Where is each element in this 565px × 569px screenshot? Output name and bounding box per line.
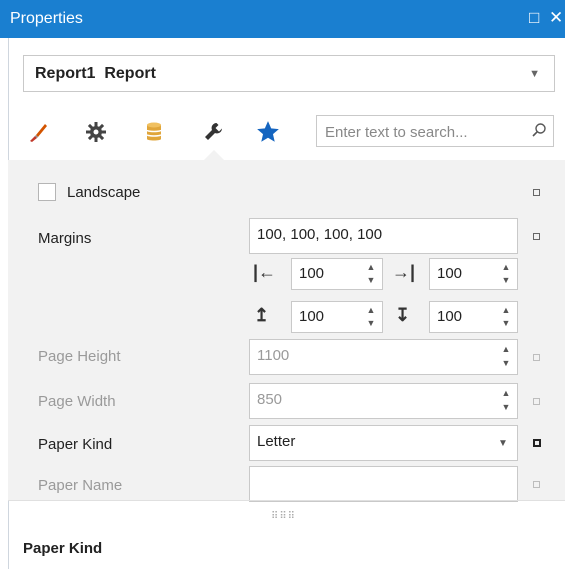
landscape-checkbox[interactable] bbox=[38, 183, 56, 201]
margin-top-spinner[interactable]: 100 ▲ ▼ bbox=[291, 301, 383, 333]
chevron-down-icon: ▼ bbox=[529, 68, 540, 80]
spin-up-icon[interactable]: ▲ bbox=[366, 263, 376, 272]
page-width-field[interactable]: 850 ▲ ▼ bbox=[249, 383, 518, 419]
spin-down-icon[interactable]: ▼ bbox=[501, 276, 511, 285]
paper-kind-select[interactable]: Letter ▼ bbox=[249, 425, 518, 461]
spin-down-icon[interactable]: ▼ bbox=[501, 319, 511, 328]
search-box bbox=[316, 115, 554, 148]
gear-icon bbox=[86, 122, 106, 142]
margin-right-icon: →| bbox=[392, 262, 416, 282]
margins-label: Margins bbox=[38, 230, 92, 247]
margin-right-spinner[interactable]: 100 ▲ ▼ bbox=[429, 258, 518, 290]
tab-layout[interactable] bbox=[198, 116, 230, 148]
object-name: Report1 bbox=[35, 65, 96, 82]
margins-reset-marker[interactable] bbox=[533, 233, 540, 240]
close-button[interactable]: ✕ bbox=[549, 8, 563, 28]
margin-bottom-value: 100 bbox=[437, 308, 463, 325]
splitter-grip-icon[interactable]: ⠿⠿⠿ bbox=[271, 511, 296, 522]
spin-down-icon[interactable]: ▼ bbox=[366, 319, 376, 328]
paper-name-reset-marker bbox=[533, 481, 540, 488]
paper-kind-value: Letter bbox=[257, 433, 296, 450]
search-icon[interactable] bbox=[531, 122, 547, 138]
brush-icon bbox=[30, 124, 47, 142]
page-height-reset-marker bbox=[533, 354, 540, 361]
margins-value: 100, 100, 100, 100 bbox=[257, 226, 383, 243]
object-selector-label: Report1 Report bbox=[35, 65, 156, 83]
margin-right-value: 100 bbox=[437, 265, 463, 282]
tab-behavior[interactable] bbox=[80, 116, 112, 148]
tab-data[interactable] bbox=[138, 116, 170, 148]
spin-down-icon[interactable]: ▼ bbox=[501, 403, 511, 412]
star-icon bbox=[257, 121, 279, 142]
paper-kind-reset-marker[interactable] bbox=[533, 439, 541, 447]
title-bar: Properties □ ✕ bbox=[0, 0, 565, 38]
spin-up-icon[interactable]: ▲ bbox=[366, 306, 376, 315]
tab-appearance[interactable] bbox=[22, 116, 54, 148]
chevron-down-icon[interactable]: ▼ bbox=[498, 439, 508, 449]
spin-down-icon[interactable]: ▼ bbox=[366, 276, 376, 285]
object-type: Report bbox=[104, 65, 156, 82]
page-width-label: Page Width bbox=[38, 393, 116, 410]
page-width-value: 850 bbox=[257, 391, 283, 408]
margin-bottom-spinner[interactable]: 100 ▲ ▼ bbox=[429, 301, 518, 333]
object-selector[interactable]: Report1 Report ▼ bbox=[23, 55, 555, 92]
paper-name-field[interactable] bbox=[249, 466, 518, 502]
spin-up-icon[interactable]: ▲ bbox=[501, 306, 511, 315]
page-height-label: Page Height bbox=[38, 348, 121, 365]
description-title: Paper Kind bbox=[23, 540, 103, 557]
page-height-field[interactable]: 1100 ▲ ▼ bbox=[249, 339, 518, 375]
margin-left-value: 100 bbox=[299, 265, 325, 282]
margins-field[interactable]: 100, 100, 100, 100 bbox=[249, 218, 518, 254]
selected-tab-indicator bbox=[204, 150, 224, 160]
page-width-reset-marker bbox=[533, 398, 540, 405]
margin-bottom-icon: ↧ bbox=[395, 305, 411, 325]
spin-up-icon[interactable]: ▲ bbox=[501, 263, 511, 272]
margin-left-icon: |← bbox=[253, 262, 277, 282]
spin-up-icon[interactable]: ▲ bbox=[501, 345, 511, 354]
page-height-value: 1100 bbox=[257, 347, 290, 364]
wrench-icon bbox=[205, 123, 222, 140]
landscape-reset-marker[interactable] bbox=[533, 189, 540, 196]
grid-divider bbox=[8, 500, 565, 501]
tab-favorites[interactable] bbox=[252, 116, 284, 148]
paper-kind-label: Paper Kind bbox=[38, 436, 113, 453]
spin-up-icon[interactable]: ▲ bbox=[501, 389, 511, 398]
maximize-button[interactable]: □ bbox=[529, 8, 539, 28]
margin-top-icon: ↥ bbox=[254, 305, 270, 325]
margin-top-value: 100 bbox=[299, 308, 325, 325]
paper-name-label: Paper Name bbox=[38, 477, 123, 494]
landscape-label: Landscape bbox=[67, 184, 141, 201]
search-input[interactable] bbox=[317, 116, 527, 148]
database-icon bbox=[146, 122, 162, 141]
margin-left-spinner[interactable]: 100 ▲ ▼ bbox=[291, 258, 383, 290]
spin-down-icon[interactable]: ▼ bbox=[501, 359, 511, 368]
window-title: Properties bbox=[10, 10, 83, 27]
